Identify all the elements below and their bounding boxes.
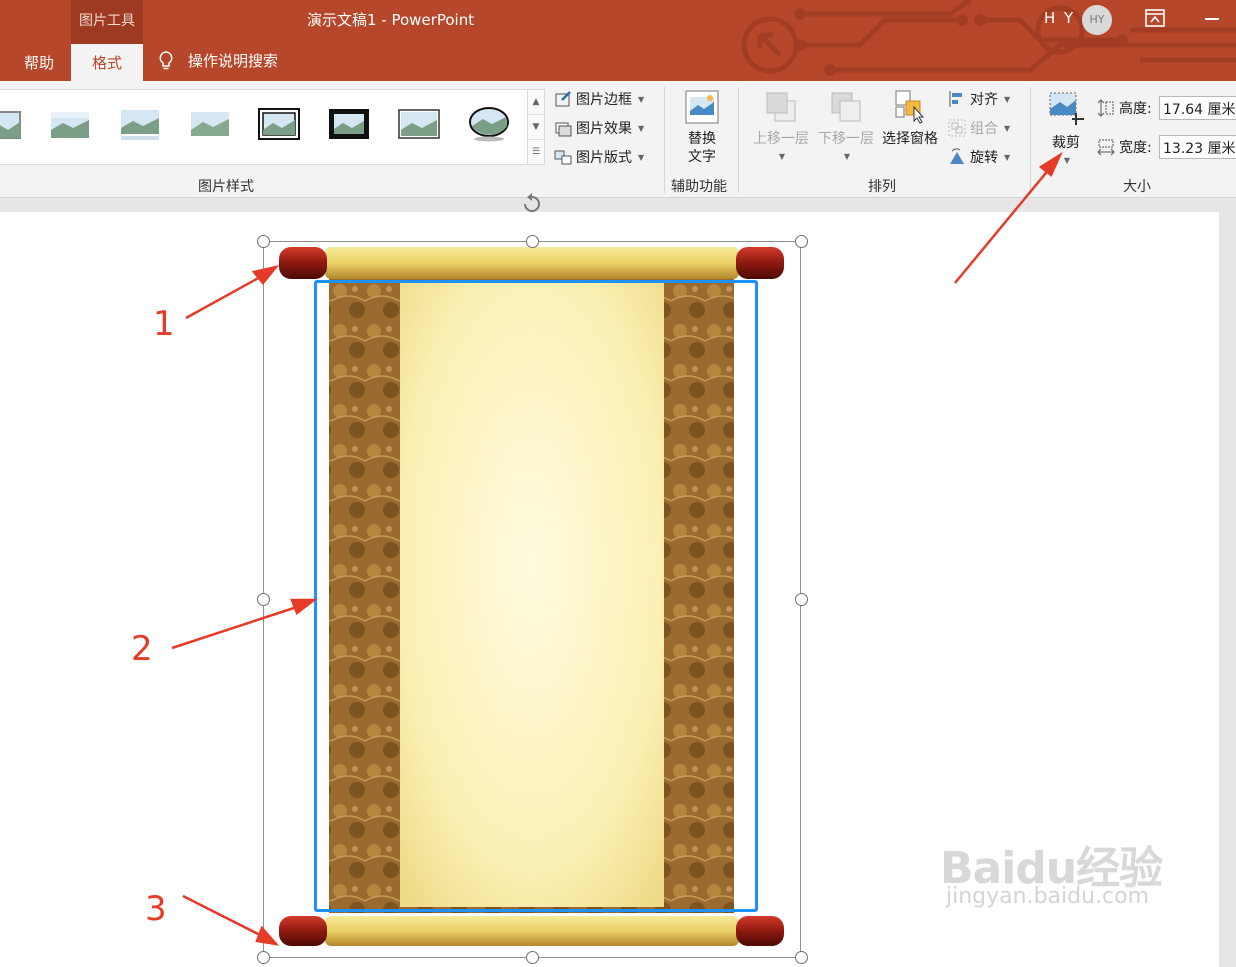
tab-format[interactable]: 格式	[71, 44, 143, 81]
picture-style-thumb[interactable]	[258, 106, 300, 142]
rotate-label: 旋转	[970, 150, 998, 166]
picture-style-thumb[interactable]	[468, 106, 510, 142]
selection-pane-label: 选择窗格	[882, 131, 938, 147]
picture-style-thumb[interactable]	[328, 106, 370, 142]
picture-effects-button[interactable]: 图片效果 ▼	[554, 118, 644, 138]
bring-forward-button[interactable]: 上移一层 ▼	[750, 89, 812, 166]
user-name[interactable]: H Y	[1044, 9, 1075, 27]
picture-border-icon	[555, 91, 571, 107]
send-backward-icon	[831, 92, 861, 122]
watermark-url: jingyan.baidu.com	[946, 884, 1150, 909]
gallery-up-icon[interactable]: ▲	[528, 90, 544, 115]
alt-text-line1: 替换	[688, 131, 716, 147]
crop-icon	[1049, 92, 1084, 125]
width-input[interactable]: 13.23 厘米	[1159, 135, 1236, 159]
align-button[interactable]: 对齐 ▼	[948, 89, 1010, 109]
annotation-number-1: 1	[153, 304, 175, 344]
picture-border-label: 图片边框	[576, 92, 632, 108]
arrange-group-label: 排列	[868, 179, 896, 195]
picture-style-thumb[interactable]	[49, 106, 91, 142]
alt-text-button[interactable]: 替换 文字	[680, 89, 724, 166]
rotate-handle-icon[interactable]	[521, 192, 543, 214]
annotation-number-3: 3	[145, 889, 167, 929]
ribbon: ▲ ▼ ☰ 图片边框 ▼ 图片效果 ▼ 图片版式 ▼ 图片样式 替换 文字 辅助功能 …	[0, 81, 1236, 271]
highlight-box	[314, 280, 758, 912]
group-icon	[948, 119, 966, 137]
resize-handle[interactable]	[257, 235, 270, 248]
title-bar: 图片工具 演示文稿1 - PowerPoint H Y HY 帮助 格式 操作说…	[0, 0, 1236, 81]
height-input[interactable]: 17.64 厘米	[1159, 96, 1236, 120]
bring-forward-icon	[766, 92, 796, 122]
selection-pane-button[interactable]: 选择窗格	[878, 89, 942, 148]
group-label: 组合	[970, 121, 998, 137]
align-icon	[949, 91, 962, 107]
tell-me-search[interactable]: 操作说明搜索	[158, 50, 278, 71]
picture-layout-icon	[554, 150, 572, 165]
rotate-button[interactable]: 旋转 ▼	[948, 147, 1010, 167]
selection-pane-icon	[895, 90, 925, 124]
height-icon	[1097, 99, 1114, 117]
send-backward-button[interactable]: 下移一层 ▼	[815, 89, 877, 166]
minimize-button[interactable]	[1205, 18, 1219, 20]
resize-handle[interactable]	[526, 951, 539, 964]
ribbon-display-options-icon[interactable]	[1145, 9, 1165, 27]
lightbulb-icon	[159, 50, 173, 69]
picture-style-gallery	[0, 89, 528, 165]
resize-handle[interactable]	[526, 235, 539, 248]
crop-label: 裁剪	[1052, 135, 1080, 151]
alt-text-line2: 文字	[688, 149, 716, 165]
vertical-scrollbar[interactable]	[1219, 198, 1236, 967]
resize-handle[interactable]	[257, 593, 270, 606]
gallery-down-icon[interactable]: ▼	[528, 115, 544, 140]
gallery-more-icon[interactable]: ☰	[528, 140, 544, 165]
picture-border-button[interactable]: 图片边框 ▼	[554, 89, 644, 109]
height-field: 高度:	[1097, 98, 1152, 118]
picture-style-thumb[interactable]	[189, 106, 231, 142]
annotation-number-2: 2	[131, 629, 153, 669]
rotate-icon	[950, 148, 964, 164]
bring-forward-label: 上移一层	[753, 131, 809, 147]
picture-style-thumb[interactable]	[398, 106, 440, 142]
tab-help[interactable]: 帮助	[14, 44, 64, 81]
picture-layout-button[interactable]: 图片版式 ▼	[554, 147, 644, 167]
crop-button[interactable]: 裁剪 ▼	[1044, 89, 1088, 170]
picture-effects-label: 图片效果	[576, 121, 632, 137]
resize-handle[interactable]	[795, 235, 808, 248]
picture-layout-label: 图片版式	[576, 150, 632, 166]
accessibility-group-label: 辅助功能	[671, 179, 727, 195]
resize-handle[interactable]	[795, 951, 808, 964]
tell-me-label: 操作说明搜索	[188, 52, 279, 70]
picture-tools-context-label: 图片工具	[71, 0, 143, 44]
width-field: 宽度:	[1097, 137, 1152, 157]
avatar[interactable]: HY	[1082, 5, 1112, 35]
height-label: 高度:	[1119, 101, 1152, 117]
baidu-watermark: Baidu经验 jingyan.baidu.com	[940, 832, 1163, 909]
document-title: 演示文稿1 - PowerPoint	[307, 11, 475, 29]
width-label: 宽度:	[1119, 140, 1152, 156]
picture-style-thumb[interactable]	[0, 106, 24, 142]
gallery-scroll[interactable]: ▲ ▼ ☰	[527, 89, 545, 165]
alt-text-icon	[685, 90, 719, 124]
picture-style-thumb[interactable]	[119, 106, 161, 142]
picture-styles-group-label: 图片样式	[198, 179, 254, 195]
width-icon	[1097, 139, 1115, 156]
group-button[interactable]: 组合 ▼	[948, 118, 1010, 138]
align-label: 对齐	[970, 92, 998, 108]
picture-effects-icon	[555, 122, 572, 137]
resize-handle[interactable]	[795, 593, 808, 606]
send-backward-label: 下移一层	[818, 131, 874, 147]
resize-handle[interactable]	[257, 951, 270, 964]
size-group-label: 大小	[1123, 179, 1151, 195]
